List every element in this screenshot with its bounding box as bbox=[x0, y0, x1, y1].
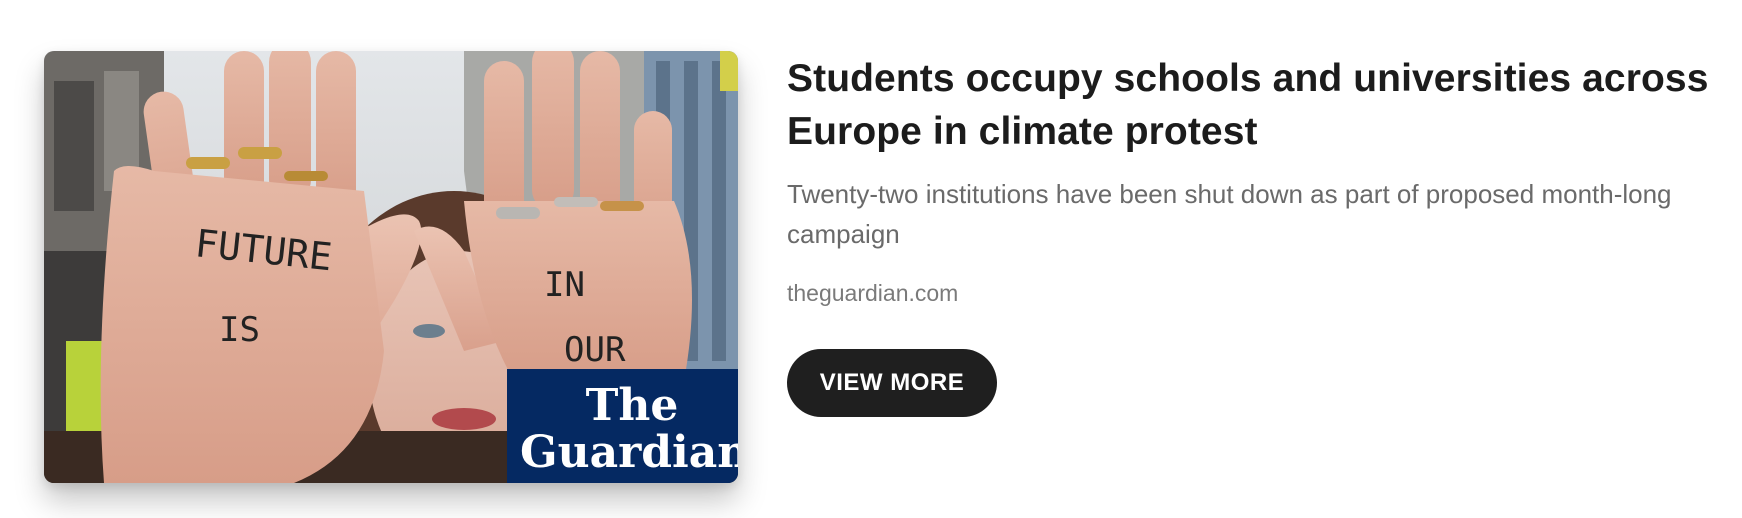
article-thumbnail[interactable]: FUTURE IS IN OUR The Guardian bbox=[44, 51, 738, 483]
protest-photo: FUTURE IS IN OUR The Guardian bbox=[44, 51, 738, 483]
article-content: Students occupy schools and universities… bbox=[787, 52, 1717, 308]
logo-line-the: The bbox=[586, 380, 679, 431]
logo-line-guardian: Guardian bbox=[520, 427, 738, 478]
news-card[interactable]: FUTURE IS IN OUR The Guardian Students o… bbox=[0, 0, 1742, 518]
hand-writing-is: IS bbox=[219, 310, 260, 350]
hand-writing-our: OUR bbox=[564, 330, 626, 370]
article-source: theguardian.com bbox=[787, 280, 959, 306]
article-summary: Twenty-two institutions have been shut d… bbox=[787, 179, 1672, 249]
article-headline[interactable]: Students occupy schools and universities… bbox=[787, 52, 1717, 158]
guardian-logo: The Guardian bbox=[507, 369, 738, 483]
view-more-button[interactable]: VIEW MORE bbox=[787, 349, 997, 417]
hand-writing-in: IN bbox=[544, 265, 585, 305]
